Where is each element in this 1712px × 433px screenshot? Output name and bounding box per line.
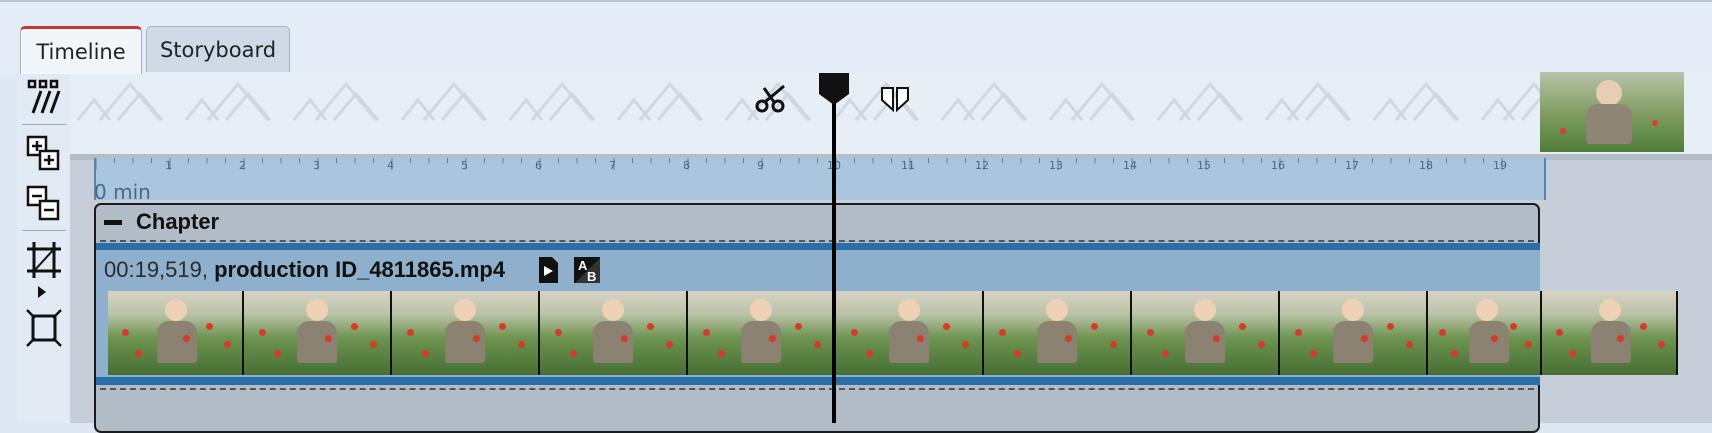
multi-track-icon[interactable] xyxy=(22,75,66,119)
ruler-tick-label: 6 xyxy=(535,159,542,172)
ruler-tick-label: 13 xyxy=(1049,159,1063,172)
toolbar-divider xyxy=(22,230,66,231)
clip-title: 00:19,519, production ID_4811865.mp4 xyxy=(104,257,505,283)
clip-preview-thumbnail xyxy=(1540,72,1684,152)
ruler-tick-label: 8 xyxy=(683,159,690,172)
transition-ab-icon[interactable]: A B xyxy=(573,256,601,289)
video-file-icon[interactable] xyxy=(536,256,560,289)
ruler-tick-label: 16 xyxy=(1271,159,1285,172)
ruler-tick-label: 14 xyxy=(1123,159,1137,172)
clip-thumbnail-frame xyxy=(836,291,984,375)
timeline-toolbar xyxy=(18,72,71,423)
clip-thumbnail-frame xyxy=(540,291,688,375)
ruler-tick-label: 17 xyxy=(1345,159,1359,172)
crop-frame-icon[interactable] xyxy=(22,238,66,282)
chapter-divider xyxy=(100,388,1534,390)
svg-text:B: B xyxy=(587,269,596,284)
chapter-title: Chapter xyxy=(136,209,220,234)
clip-duration: 00:19,519, xyxy=(104,257,208,282)
clip-thumbnail-frame xyxy=(392,291,540,375)
ruler-tick-label: 1 xyxy=(165,159,172,172)
tab-storyboard-label: Storyboard xyxy=(159,37,277,62)
chapter-divider xyxy=(100,240,1534,242)
ruler-tick-label: 15 xyxy=(1197,159,1211,172)
tab-storyboard[interactable]: Storyboard xyxy=(146,26,290,72)
clip-thumbnail-frame xyxy=(688,291,836,375)
clip-thumbnail-frame xyxy=(244,291,392,375)
clip-thumbnail-frame xyxy=(108,291,244,375)
tab-timeline[interactable]: Timeline xyxy=(20,26,142,74)
split-marker-icon[interactable] xyxy=(880,86,910,117)
clip-thumbnail-frame xyxy=(1542,291,1678,375)
ruler-tick-label: 2 xyxy=(239,159,246,172)
remove-track-icon[interactable] xyxy=(22,182,66,226)
clip-thumbnail-frame xyxy=(1428,291,1542,375)
clip-thumbnail-frame xyxy=(984,291,1132,375)
add-track-icon[interactable] xyxy=(22,132,66,176)
playhead-line[interactable] xyxy=(832,88,836,423)
minus-icon[interactable] xyxy=(104,219,122,225)
ruler-tick-label: 7 xyxy=(609,159,616,172)
clip-filename: production ID_4811865.mp4 xyxy=(214,257,506,282)
ruler-tick-label: 18 xyxy=(1419,159,1433,172)
expand-arrow-icon[interactable] xyxy=(38,286,46,298)
playhead-marker-icon[interactable] xyxy=(818,72,850,106)
toolbar-divider xyxy=(22,124,66,125)
chapter-header: Chapter xyxy=(96,205,1538,239)
ruler-tick-label: 4 xyxy=(387,159,394,172)
time-ruler[interactable] xyxy=(94,158,1546,200)
tab-timeline-label: Timeline xyxy=(36,39,126,64)
ruler-tick-label: 12 xyxy=(975,159,989,172)
ruler-tick-label: 3 xyxy=(313,159,320,172)
ruler-tick-label: 19 xyxy=(1493,159,1507,172)
scissors-icon[interactable] xyxy=(754,82,790,121)
ruler-tick-label: 9 xyxy=(757,159,764,172)
ruler-unit-label: 0 min xyxy=(94,180,151,204)
clip-thumbnail-frame xyxy=(1132,291,1280,375)
ruler-tick-label: 5 xyxy=(461,159,468,172)
fit-frame-icon[interactable] xyxy=(22,306,66,350)
ruler-tick-label: 11 xyxy=(901,159,915,172)
clip-thumbnail-frame xyxy=(1280,291,1428,375)
